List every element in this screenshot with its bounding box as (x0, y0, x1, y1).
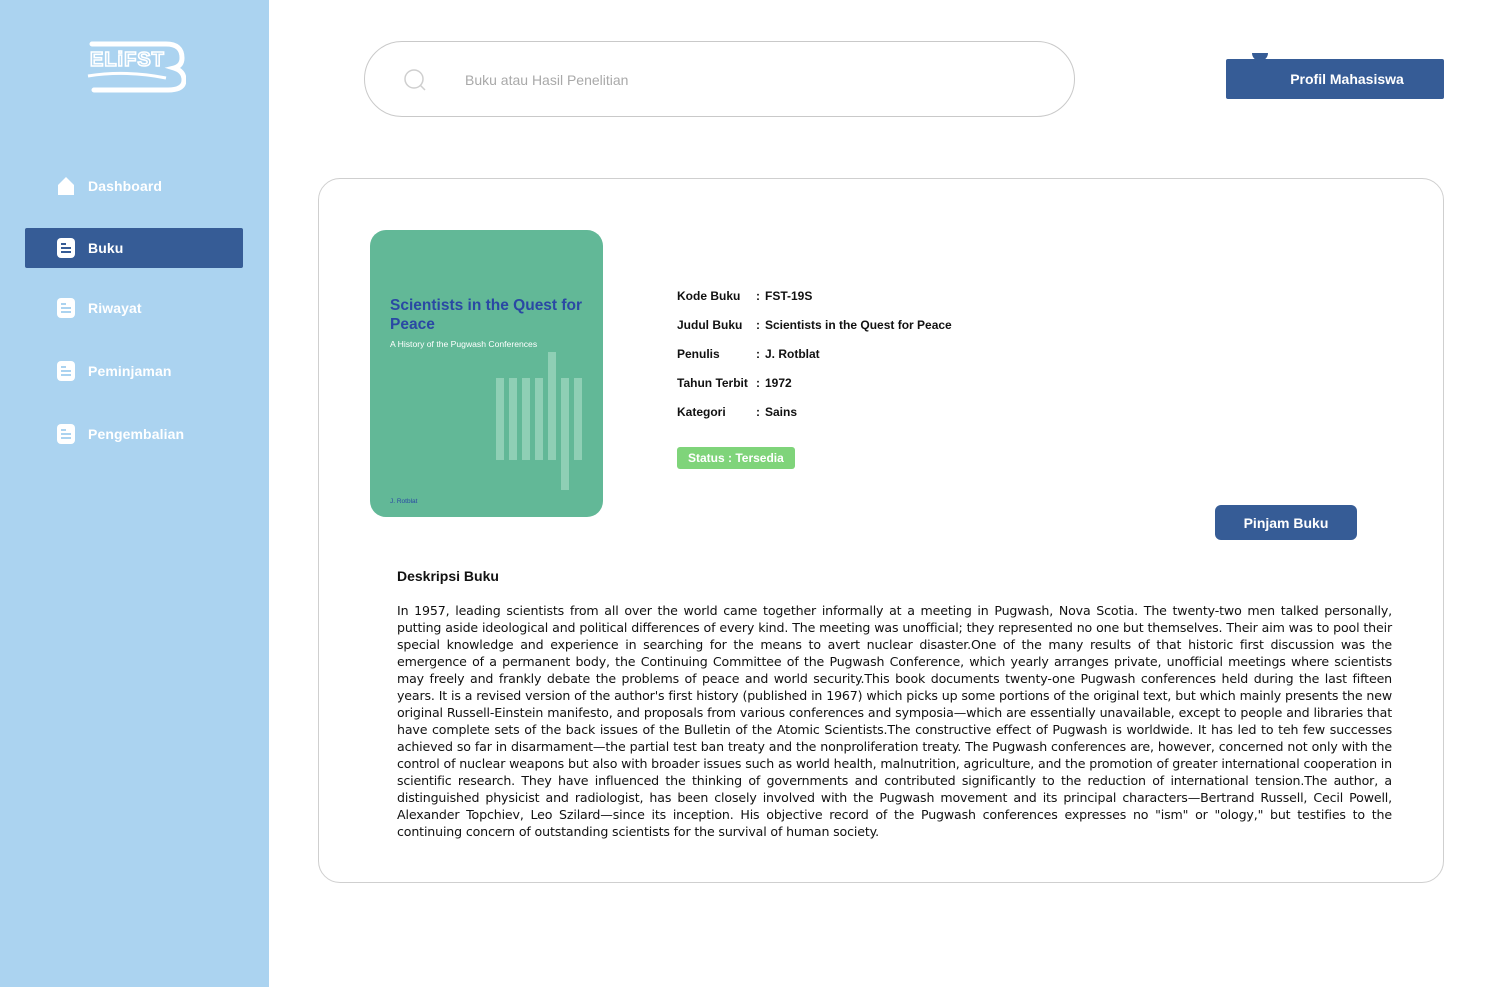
profile-button[interactable]: Profil Mahasiswa (1226, 53, 1444, 99)
info-key: Tahun Terbit (677, 376, 748, 390)
sidebar-item-label: Peminjaman (88, 363, 172, 379)
cover-subtitle: A History of the Pugwash Conferences (390, 339, 538, 349)
cover-author: J. Rotblat (390, 498, 418, 505)
info-key: Penulis (677, 347, 720, 361)
search-input[interactable] (465, 66, 1045, 94)
status-badge: Status : Tersedia (677, 447, 795, 469)
cover-decoration (496, 352, 582, 490)
info-separator: : (756, 347, 760, 361)
info-key: Judul Buku (677, 318, 743, 332)
description-text: In 1957, leading scientists from all ove… (397, 603, 1392, 839)
sidebar-item-riwayat[interactable]: Riwayat (25, 288, 243, 328)
borrow-book-button[interactable]: Pinjam Buku (1215, 505, 1357, 540)
info-key: Kode Buku (677, 289, 741, 303)
info-separator: : (756, 289, 760, 303)
info-key: Kategori (677, 405, 726, 419)
search-icon[interactable] (403, 68, 427, 92)
document-icon (57, 424, 75, 444)
info-separator: : (756, 405, 760, 419)
profile-button-label: Profil Mahasiswa (1290, 71, 1404, 87)
sidebar-item-label: Dashboard (88, 178, 163, 194)
info-value: J. Rotblat (765, 347, 820, 361)
sidebar: ELiFST Dashboard Buku Riwayat Peminjaman… (0, 0, 269, 987)
svg-text:ELiFST: ELiFST (90, 49, 165, 71)
info-value: Sains (765, 405, 798, 419)
info-value: FST-19S (765, 289, 813, 303)
sidebar-item-label: Buku (88, 240, 124, 256)
info-value: Scientists in the Quest for Peace (765, 318, 952, 332)
app-logo[interactable]: ELiFST (86, 40, 187, 96)
search-bar (364, 41, 1075, 117)
document-icon (57, 238, 75, 258)
avatar (1252, 53, 1268, 61)
sidebar-item-pengembalian[interactable]: Pengembalian (25, 414, 243, 454)
sidebar-item-label: Riwayat (88, 300, 142, 316)
info-value: 1972 (765, 376, 792, 390)
description-title: Deskripsi Buku (397, 568, 499, 584)
cover-title: Scientists in the Quest for Peace (390, 297, 583, 333)
sidebar-item-label: Pengembalian (88, 426, 185, 442)
info-separator: : (756, 376, 760, 390)
document-icon (57, 298, 75, 318)
home-icon (57, 176, 75, 196)
sidebar-item-dashboard[interactable]: Dashboard (25, 166, 243, 206)
sidebar-item-buku[interactable]: Buku (25, 228, 243, 268)
info-separator: : (756, 318, 760, 332)
book-cover: Scientists in the Quest for Peace A Hist… (370, 230, 603, 517)
document-icon (57, 361, 75, 381)
sidebar-item-peminjaman[interactable]: Peminjaman (25, 351, 243, 391)
